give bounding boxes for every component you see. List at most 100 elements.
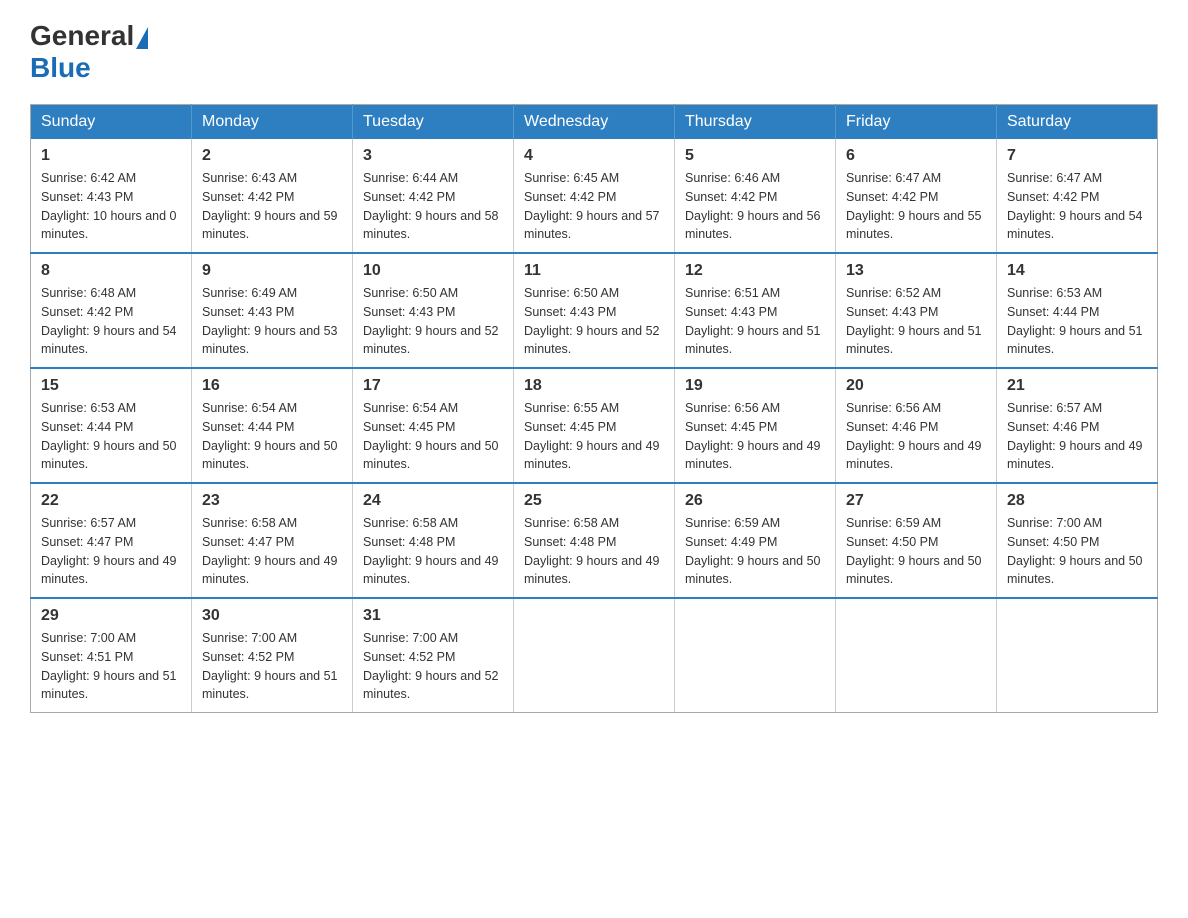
- calendar-cell: 14 Sunrise: 6:53 AMSunset: 4:44 PMDaylig…: [997, 253, 1158, 368]
- day-number: 10: [363, 262, 503, 280]
- day-info: Sunrise: 6:53 AMSunset: 4:44 PMDaylight:…: [1007, 284, 1147, 359]
- day-number: 22: [41, 492, 181, 510]
- day-number: 4: [524, 147, 664, 165]
- day-number: 23: [202, 492, 342, 510]
- day-number: 19: [685, 377, 825, 395]
- day-number: 31: [363, 607, 503, 625]
- calendar-cell: [836, 598, 997, 713]
- day-info: Sunrise: 6:46 AMSunset: 4:42 PMDaylight:…: [685, 169, 825, 244]
- logo-blue-text: Blue: [30, 52, 91, 83]
- calendar-cell: 23 Sunrise: 6:58 AMSunset: 4:47 PMDaylig…: [192, 483, 353, 598]
- day-number: 27: [846, 492, 986, 510]
- calendar-cell: 19 Sunrise: 6:56 AMSunset: 4:45 PMDaylig…: [675, 368, 836, 483]
- day-number: 29: [41, 607, 181, 625]
- day-number: 21: [1007, 377, 1147, 395]
- calendar-cell: 9 Sunrise: 6:49 AMSunset: 4:43 PMDayligh…: [192, 253, 353, 368]
- day-number: 3: [363, 147, 503, 165]
- weekday-header-saturday: Saturday: [997, 105, 1158, 140]
- day-number: 7: [1007, 147, 1147, 165]
- calendar-cell: 1 Sunrise: 6:42 AMSunset: 4:43 PMDayligh…: [31, 139, 192, 253]
- calendar-cell: 4 Sunrise: 6:45 AMSunset: 4:42 PMDayligh…: [514, 139, 675, 253]
- day-info: Sunrise: 6:57 AMSunset: 4:46 PMDaylight:…: [1007, 399, 1147, 474]
- calendar-week-row: 15 Sunrise: 6:53 AMSunset: 4:44 PMDaylig…: [31, 368, 1158, 483]
- calendar-cell: 12 Sunrise: 6:51 AMSunset: 4:43 PMDaylig…: [675, 253, 836, 368]
- day-info: Sunrise: 6:42 AMSunset: 4:43 PMDaylight:…: [41, 169, 181, 244]
- day-info: Sunrise: 6:52 AMSunset: 4:43 PMDaylight:…: [846, 284, 986, 359]
- calendar-cell: 8 Sunrise: 6:48 AMSunset: 4:42 PMDayligh…: [31, 253, 192, 368]
- calendar-week-row: 8 Sunrise: 6:48 AMSunset: 4:42 PMDayligh…: [31, 253, 1158, 368]
- weekday-header-monday: Monday: [192, 105, 353, 140]
- day-number: 13: [846, 262, 986, 280]
- calendar-cell: 17 Sunrise: 6:54 AMSunset: 4:45 PMDaylig…: [353, 368, 514, 483]
- weekday-header-thursday: Thursday: [675, 105, 836, 140]
- day-number: 14: [1007, 262, 1147, 280]
- day-info: Sunrise: 6:50 AMSunset: 4:43 PMDaylight:…: [363, 284, 503, 359]
- day-info: Sunrise: 6:55 AMSunset: 4:45 PMDaylight:…: [524, 399, 664, 474]
- calendar-cell: [514, 598, 675, 713]
- day-number: 9: [202, 262, 342, 280]
- day-number: 1: [41, 147, 181, 165]
- calendar-week-row: 22 Sunrise: 6:57 AMSunset: 4:47 PMDaylig…: [31, 483, 1158, 598]
- day-info: Sunrise: 6:56 AMSunset: 4:46 PMDaylight:…: [846, 399, 986, 474]
- day-number: 24: [363, 492, 503, 510]
- day-info: Sunrise: 6:59 AMSunset: 4:49 PMDaylight:…: [685, 514, 825, 589]
- calendar-cell: 26 Sunrise: 6:59 AMSunset: 4:49 PMDaylig…: [675, 483, 836, 598]
- calendar-cell: 30 Sunrise: 7:00 AMSunset: 4:52 PMDaylig…: [192, 598, 353, 713]
- calendar-cell: 10 Sunrise: 6:50 AMSunset: 4:43 PMDaylig…: [353, 253, 514, 368]
- day-number: 12: [685, 262, 825, 280]
- day-info: Sunrise: 6:45 AMSunset: 4:42 PMDaylight:…: [524, 169, 664, 244]
- day-number: 18: [524, 377, 664, 395]
- day-info: Sunrise: 6:58 AMSunset: 4:48 PMDaylight:…: [524, 514, 664, 589]
- weekday-header-friday: Friday: [836, 105, 997, 140]
- day-info: Sunrise: 6:47 AMSunset: 4:42 PMDaylight:…: [1007, 169, 1147, 244]
- calendar-cell: 22 Sunrise: 6:57 AMSunset: 4:47 PMDaylig…: [31, 483, 192, 598]
- calendar-cell: 28 Sunrise: 7:00 AMSunset: 4:50 PMDaylig…: [997, 483, 1158, 598]
- day-info: Sunrise: 6:43 AMSunset: 4:42 PMDaylight:…: [202, 169, 342, 244]
- calendar-week-row: 29 Sunrise: 7:00 AMSunset: 4:51 PMDaylig…: [31, 598, 1158, 713]
- calendar-cell: 16 Sunrise: 6:54 AMSunset: 4:44 PMDaylig…: [192, 368, 353, 483]
- day-info: Sunrise: 6:58 AMSunset: 4:47 PMDaylight:…: [202, 514, 342, 589]
- day-info: Sunrise: 7:00 AMSunset: 4:52 PMDaylight:…: [202, 629, 342, 704]
- calendar-cell: 15 Sunrise: 6:53 AMSunset: 4:44 PMDaylig…: [31, 368, 192, 483]
- day-info: Sunrise: 6:57 AMSunset: 4:47 PMDaylight:…: [41, 514, 181, 589]
- calendar-cell: 7 Sunrise: 6:47 AMSunset: 4:42 PMDayligh…: [997, 139, 1158, 253]
- day-info: Sunrise: 6:51 AMSunset: 4:43 PMDaylight:…: [685, 284, 825, 359]
- day-number: 5: [685, 147, 825, 165]
- day-number: 6: [846, 147, 986, 165]
- calendar-cell: 2 Sunrise: 6:43 AMSunset: 4:42 PMDayligh…: [192, 139, 353, 253]
- day-info: Sunrise: 6:59 AMSunset: 4:50 PMDaylight:…: [846, 514, 986, 589]
- day-info: Sunrise: 6:53 AMSunset: 4:44 PMDaylight:…: [41, 399, 181, 474]
- day-number: 25: [524, 492, 664, 510]
- day-number: 2: [202, 147, 342, 165]
- calendar-cell: 25 Sunrise: 6:58 AMSunset: 4:48 PMDaylig…: [514, 483, 675, 598]
- day-info: Sunrise: 6:58 AMSunset: 4:48 PMDaylight:…: [363, 514, 503, 589]
- day-info: Sunrise: 7:00 AMSunset: 4:50 PMDaylight:…: [1007, 514, 1147, 589]
- weekday-header-row: SundayMondayTuesdayWednesdayThursdayFrid…: [31, 105, 1158, 140]
- day-info: Sunrise: 6:50 AMSunset: 4:43 PMDaylight:…: [524, 284, 664, 359]
- weekday-header-wednesday: Wednesday: [514, 105, 675, 140]
- weekday-header-tuesday: Tuesday: [353, 105, 514, 140]
- calendar-cell: 31 Sunrise: 7:00 AMSunset: 4:52 PMDaylig…: [353, 598, 514, 713]
- logo-general-text: General: [30, 20, 134, 52]
- day-info: Sunrise: 6:47 AMSunset: 4:42 PMDaylight:…: [846, 169, 986, 244]
- calendar-cell: 13 Sunrise: 6:52 AMSunset: 4:43 PMDaylig…: [836, 253, 997, 368]
- calendar-cell: [675, 598, 836, 713]
- calendar-cell: 3 Sunrise: 6:44 AMSunset: 4:42 PMDayligh…: [353, 139, 514, 253]
- weekday-header-sunday: Sunday: [31, 105, 192, 140]
- calendar-cell: 11 Sunrise: 6:50 AMSunset: 4:43 PMDaylig…: [514, 253, 675, 368]
- day-number: 26: [685, 492, 825, 510]
- day-number: 30: [202, 607, 342, 625]
- day-info: Sunrise: 6:48 AMSunset: 4:42 PMDaylight:…: [41, 284, 181, 359]
- calendar-cell: 21 Sunrise: 6:57 AMSunset: 4:46 PMDaylig…: [997, 368, 1158, 483]
- logo: General Blue: [30, 20, 150, 84]
- day-info: Sunrise: 7:00 AMSunset: 4:51 PMDaylight:…: [41, 629, 181, 704]
- calendar-cell: 27 Sunrise: 6:59 AMSunset: 4:50 PMDaylig…: [836, 483, 997, 598]
- calendar-cell: 5 Sunrise: 6:46 AMSunset: 4:42 PMDayligh…: [675, 139, 836, 253]
- day-info: Sunrise: 7:00 AMSunset: 4:52 PMDaylight:…: [363, 629, 503, 704]
- day-number: 20: [846, 377, 986, 395]
- day-info: Sunrise: 6:49 AMSunset: 4:43 PMDaylight:…: [202, 284, 342, 359]
- calendar-cell: [997, 598, 1158, 713]
- logo-triangle-icon: [136, 27, 148, 49]
- day-number: 8: [41, 262, 181, 280]
- day-info: Sunrise: 6:54 AMSunset: 4:44 PMDaylight:…: [202, 399, 342, 474]
